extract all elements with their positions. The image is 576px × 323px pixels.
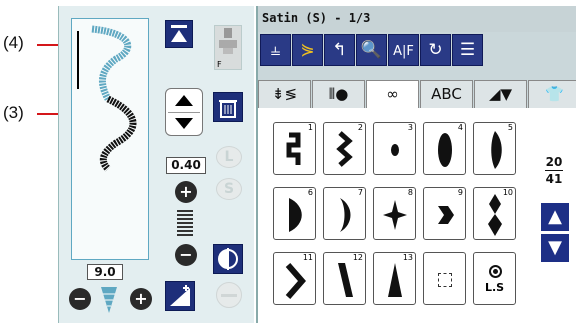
ls-label: L.S	[484, 281, 505, 294]
stitch-cell[interactable]: 5	[473, 122, 516, 175]
satin-stitch-preview-icon	[77, 25, 137, 172]
stitch-grid: 1 2 3 4 5 6 7 8 9 10 11 12 13 L.S 20 41 …	[258, 108, 576, 323]
callout-3: (3)	[3, 103, 24, 122]
stitch-cell-empty[interactable]	[423, 252, 466, 305]
stitch-cell[interactable]: 2	[323, 122, 366, 175]
move-to-top-button[interactable]	[165, 20, 193, 48]
length-minus-button[interactable]: −	[69, 288, 91, 310]
stitch-number: 7	[357, 188, 363, 197]
stitch-number: 4	[457, 123, 463, 132]
page-divider	[545, 170, 563, 171]
L-button-disabled: L	[216, 146, 242, 168]
width-value: 0.40	[166, 157, 206, 174]
stitch-type-button[interactable]: ⋟	[292, 34, 323, 66]
elongation-button[interactable]	[165, 281, 195, 311]
stitch-number: 12	[352, 253, 363, 262]
list-icon: ☰	[459, 40, 476, 60]
to-top-icon	[171, 25, 187, 42]
stitch-number: 5	[507, 123, 513, 132]
width-minus-button[interactable]: −	[175, 244, 197, 266]
stitch-cell[interactable]: 10	[473, 187, 516, 240]
search-button[interactable]: 🔍	[356, 34, 387, 66]
stitch-cell[interactable]: 12	[323, 252, 366, 305]
needle-icon: ⫨	[270, 40, 281, 60]
return-icon: ↰	[332, 40, 347, 60]
move-up-button[interactable]	[175, 95, 193, 106]
stitch-move-stepper	[165, 88, 203, 136]
category-tabs: ⇟≶ ⦀● ∞ ABC ◢▼ 👕	[258, 80, 576, 110]
presser-foot-icon	[219, 28, 237, 54]
stepper-divider	[168, 112, 200, 113]
stitch-cell[interactable]: 11	[273, 252, 316, 305]
presser-foot-label: F	[217, 60, 222, 69]
stitch-cell[interactable]: 3	[373, 122, 416, 175]
tab-utility[interactable]: ⇟≶	[258, 80, 311, 108]
disabled-option-icon	[216, 282, 242, 308]
delete-button[interactable]	[213, 92, 243, 122]
mirror-button[interactable]	[213, 244, 243, 274]
stitch-number: 8	[407, 188, 413, 197]
length-icon	[100, 285, 118, 315]
stitch-cell[interactable]: 6	[273, 187, 316, 240]
ls-cell[interactable]: L.S	[473, 252, 516, 305]
presser-foot-indicator: F	[214, 25, 242, 70]
memory-list-button[interactable]: ☰	[452, 34, 483, 66]
stitch-number: 2	[357, 123, 363, 132]
empty-selection-icon	[438, 273, 452, 287]
magnifier-icon: 🔍	[360, 40, 383, 60]
move-down-button[interactable]	[175, 118, 193, 129]
stitch-cell[interactable]: 4	[423, 122, 466, 175]
stitch-number: 3	[407, 123, 413, 132]
stitch-number: 10	[502, 188, 513, 197]
stitch-selection-panel: Satin (S) - 1/3 ⫨ ⋟ ↰ 🔍 A|F ↻ ☰ ⇟≶ ⦀● ∞ …	[256, 6, 576, 323]
trash-icon	[219, 100, 237, 118]
stitch-preview	[71, 18, 149, 260]
triangle-down-icon: ▼	[548, 237, 562, 258]
tab-decorative[interactable]: ∞	[366, 80, 419, 110]
return-button[interactable]: ↰	[324, 34, 355, 66]
triangle-up-icon: ▲	[548, 206, 562, 227]
chevron-stitch-icon: ⋟	[300, 40, 315, 60]
callout-4: (4)	[3, 33, 24, 52]
preview-size-button[interactable]: A|F	[388, 34, 419, 66]
page-up-button[interactable]: ▲	[541, 203, 569, 231]
mirror-icon	[218, 248, 238, 270]
width-plus-button[interactable]: +	[175, 181, 197, 203]
density-icon	[177, 210, 193, 238]
stitch-number: 13	[402, 253, 413, 262]
stitch-number: 11	[302, 253, 313, 262]
target-icon	[489, 265, 502, 278]
category-title: Satin (S) - 1/3	[262, 11, 371, 25]
rotate-button[interactable]: ↻	[420, 34, 451, 66]
S-button-disabled: S	[216, 178, 242, 200]
stitch-cell[interactable]: 1	[273, 122, 316, 175]
tab-quilting[interactable]: ◢▼	[474, 80, 527, 108]
length-value: 9.0	[87, 264, 123, 280]
stitch-number: 1	[307, 123, 313, 132]
page-down-button[interactable]: ▼	[541, 234, 569, 262]
needle-position-button[interactable]: ⫨	[260, 34, 291, 66]
af-icon: A|F	[393, 44, 414, 59]
stitch-cell[interactable]: 9	[423, 187, 466, 240]
page-current: 20	[545, 155, 563, 169]
stitch-cell[interactable]: 8	[373, 187, 416, 240]
elongation-icon	[170, 285, 190, 306]
rotate-icon: ↻	[428, 40, 443, 60]
stitch-number: 6	[307, 188, 313, 197]
tab-garment[interactable]: 👕	[528, 80, 576, 108]
length-plus-button[interactable]: +	[130, 288, 152, 310]
tab-buttonhole[interactable]: ⦀●	[312, 80, 365, 108]
stitch-cell[interactable]: 13	[373, 252, 416, 305]
stitch-cell[interactable]: 7	[323, 187, 366, 240]
page-total: 41	[545, 172, 563, 186]
stitch-number: 9	[457, 188, 463, 197]
tab-letters[interactable]: ABC	[420, 80, 473, 108]
